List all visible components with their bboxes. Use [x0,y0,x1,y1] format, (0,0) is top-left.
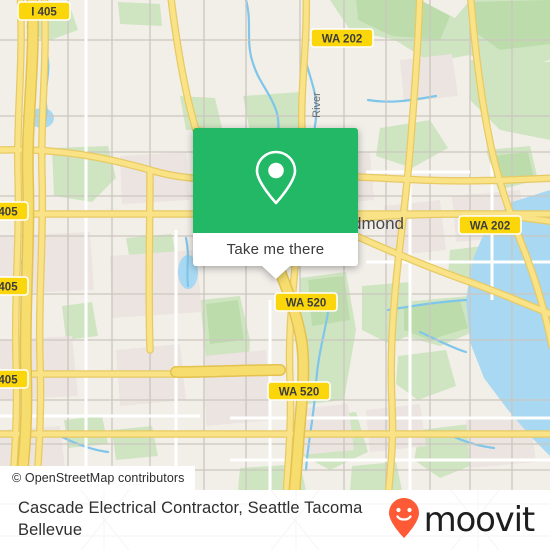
svg-text:405: 405 [0,282,18,294]
map-pin-icon [252,149,300,212]
map-city-label-redmond: dmond [352,214,404,233]
moovit-smiley-pin-icon [388,497,420,544]
callout-pointer-tail [261,266,290,279]
svg-text:405: 405 [0,375,18,387]
svg-text:WA 202: WA 202 [470,221,510,233]
svg-text:WA 520: WA 520 [279,387,319,399]
page-footer: Cascade Electrical Contractor, Seattle T… [0,490,550,550]
road-shield-wa520-lower: WA 520 [267,381,331,401]
road-shield-405-c: 405 [0,369,29,389]
map-screenshot: River dmond I 405 405 405 405 WA 202 WA … [0,0,550,550]
road-shield-wa202-top: WA 202 [310,28,374,48]
place-title: Cascade Electrical Contractor, Seattle T… [18,499,363,539]
callout-card-body [193,128,358,233]
take-me-there-button[interactable]: Take me there [193,233,358,266]
moovit-wordmark: moovit [423,500,536,540]
svg-text:WA 520: WA 520 [286,298,326,310]
map-water-label-river: River [311,92,323,118]
location-callout-card[interactable]: Take me there [193,128,358,279]
road-shield-i405-top: I 405 [17,1,71,21]
road-shield-405-b: 405 [0,276,29,296]
moovit-brand[interactable]: moovit [388,497,536,544]
svg-text:I 405: I 405 [31,7,57,19]
svg-text:405: 405 [0,207,18,219]
road-shield-wa520-upper: WA 520 [274,292,338,312]
road-shield-405-a: 405 [0,201,29,221]
svg-text:WA 202: WA 202 [322,34,362,46]
osm-attribution[interactable]: © OpenStreetMap contributors [0,466,195,490]
road-shield-wa202-right: WA 202 [458,215,522,235]
